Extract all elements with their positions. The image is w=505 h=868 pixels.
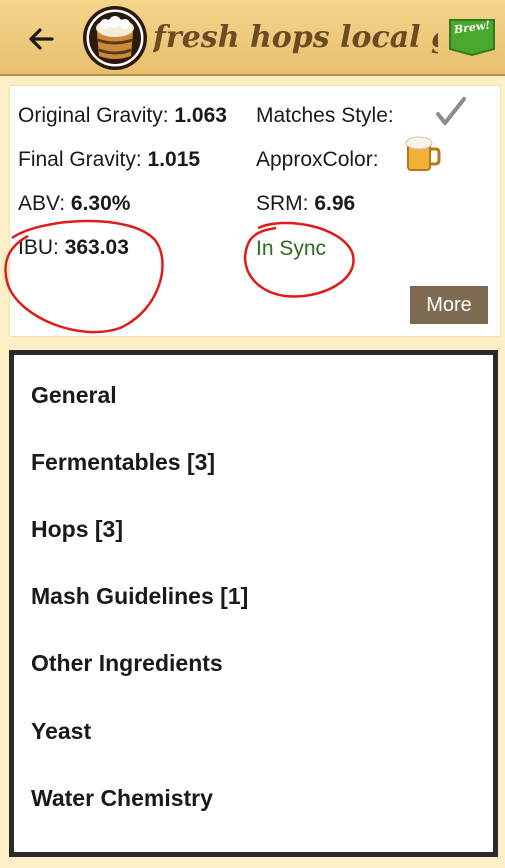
abv: ABV: 6.30% [18,191,130,217]
final-gravity: Final Gravity: 1.015 [18,147,200,173]
section-water-chemistry[interactable]: Water Chemistry [31,783,213,813]
final-gravity-value: 1.015 [147,148,201,171]
original-gravity: Original Gravity: 1.063 [18,103,227,129]
sync-status: In Sync [256,237,327,260]
beer-barrel-logo-icon [83,6,147,70]
approx-color-label: ApproxColor: [256,148,379,171]
ibu: IBU: 363.03 [18,235,129,261]
ibu-label: IBU: [18,236,65,259]
matches-style-label: Matches Style: [256,104,394,127]
section-general[interactable]: General [31,380,117,410]
original-gravity-value: 1.063 [174,104,227,127]
section-hops[interactable]: Hops [3] [31,514,123,544]
more-button[interactable]: More [410,286,488,324]
abv-value: 6.30% [70,192,131,215]
section-other-ingredients[interactable]: Other Ingredients [31,648,223,678]
section-mash-guidelines[interactable]: Mash Guidelines [1] [31,581,248,611]
app-bar: fresh hops local gra... Brew! [0,0,505,76]
srm-value: 6.96 [314,192,356,215]
back-button[interactable] [18,14,64,60]
section-yeast[interactable]: Yeast [31,716,91,746]
ibu-value: 363.03 [64,236,129,259]
recipe-sections-list: General Fermentables [3] Hops [3] Mash G… [9,350,498,857]
back-arrow-icon [29,28,54,50]
beer-mug-icon [405,136,441,171]
section-fermentables[interactable]: Fermentables [3] [31,447,215,477]
check-icon [436,97,466,125]
final-gravity-label: Final Gravity: [18,148,148,171]
srm: SRM: 6.96 [256,191,355,217]
original-gravity-label: Original Gravity: [18,104,175,127]
srm-label: SRM: [256,192,315,215]
recipe-stats-panel: Original Gravity: 1.063 Final Gravity: 1… [10,86,500,336]
abv-label: ABV: [18,192,71,215]
recipe-title: fresh hops local gra... [153,20,438,55]
